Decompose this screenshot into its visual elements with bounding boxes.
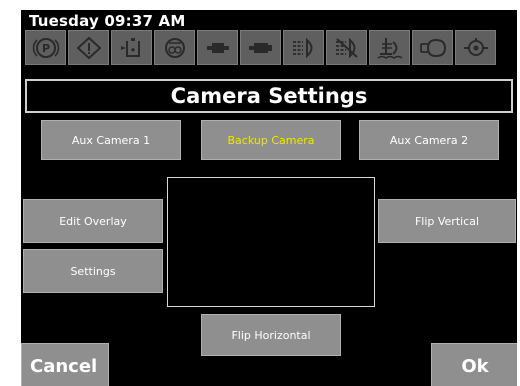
aux-camera-1-button[interactable]: Aux Camera 1 [41, 120, 181, 160]
edit-overlay-button[interactable]: Edit Overlay [23, 199, 163, 243]
ok-button[interactable]: Ok [431, 343, 517, 386]
aux-camera-2-button[interactable]: Aux Camera 2 [359, 120, 499, 160]
camera-preview [167, 177, 375, 307]
pto-icon[interactable] [240, 30, 281, 65]
settings-button[interactable]: Settings [23, 249, 163, 293]
parking-brake-icon[interactable]: P [25, 30, 66, 65]
transmission-filter-icon[interactable] [154, 30, 195, 65]
warning-diamond-icon[interactable] [68, 30, 109, 65]
cancel-button[interactable]: Cancel [21, 343, 109, 386]
flip-vertical-button[interactable]: Flip Vertical [378, 199, 516, 243]
air-pressure-icon[interactable] [412, 30, 453, 65]
drive-engaged-icon[interactable] [197, 30, 238, 65]
page-title: Camera Settings [170, 84, 368, 108]
fluid-drain-icon[interactable] [111, 30, 152, 65]
page-title-bar: Camera Settings [25, 79, 513, 113]
wading-depth-icon[interactable] [369, 30, 410, 65]
flip-horizontal-button[interactable]: Flip Horizontal [201, 314, 341, 356]
camera-settings-screen: Tuesday 09:37 AM P Camera Settings Aux C… [21, 10, 517, 386]
date-time-display: Tuesday 09:37 AM [29, 12, 186, 30]
headlight-dim-icon[interactable] [283, 30, 324, 65]
backup-camera-button[interactable]: Backup Camera [201, 120, 341, 160]
rotating-beacon-icon[interactable] [455, 30, 496, 65]
svg-text:P: P [41, 42, 49, 55]
headlight-off-icon[interactable] [326, 30, 367, 65]
indicator-icon-row: P [25, 30, 496, 66]
